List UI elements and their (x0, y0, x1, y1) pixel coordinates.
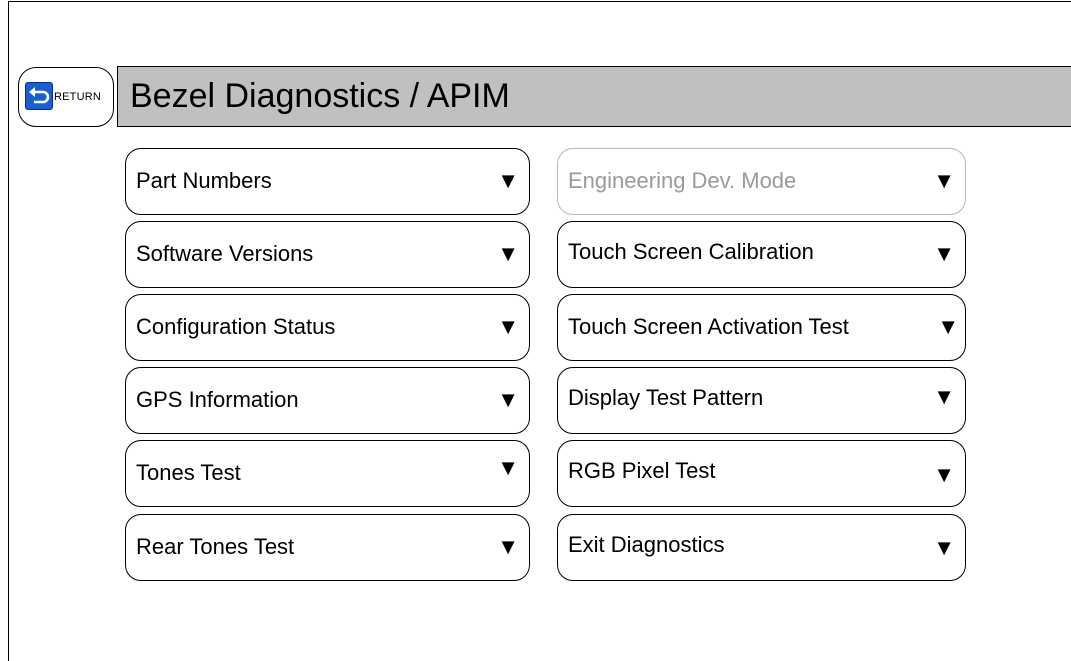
dropdown-arrow-icon: ▼ (933, 462, 955, 487)
dropdown-arrow-icon: ▼ (497, 387, 519, 412)
display-test-pattern-button[interactable]: Display Test Pattern ▼ (557, 367, 966, 434)
menu-label: RGB Pixel Test (568, 458, 716, 483)
header-bar: Bezel Diagnostics / APIM (117, 66, 1071, 127)
dropdown-arrow-icon: ▼ (497, 534, 519, 559)
menu-label: Engineering Dev. Mode (568, 168, 797, 193)
dropdown-arrow-icon: ▼ (933, 384, 955, 409)
menu-label: GPS Information (136, 387, 299, 412)
dropdown-arrow-icon: ▼ (933, 535, 955, 560)
tones-test-button[interactable]: Tones Test ▼ (125, 440, 530, 507)
menu-label: Part Numbers (136, 168, 272, 193)
dropdown-arrow-icon: ▼ (937, 314, 959, 339)
return-button[interactable]: RETURN (18, 67, 114, 127)
return-label: RETURN (54, 91, 102, 103)
dropdown-arrow-icon: ▼ (497, 241, 519, 266)
dropdown-arrow-icon: ▼ (497, 455, 519, 480)
exit-diagnostics-button[interactable]: Exit Diagnostics ▼ (557, 514, 966, 581)
menu-label: Touch Screen Activation Test (568, 314, 849, 339)
gps-information-button[interactable]: GPS Information ▼ (125, 367, 530, 434)
part-numbers-button[interactable]: Part Numbers ▼ (125, 148, 530, 215)
page-title: Bezel Diagnostics / APIM (130, 77, 510, 115)
dropdown-arrow-icon: ▼ (933, 168, 955, 193)
dropdown-arrow-icon: ▼ (497, 314, 519, 339)
configuration-status-button[interactable]: Configuration Status ▼ (125, 294, 530, 361)
return-arrow-icon (25, 82, 53, 110)
menu-label: Software Versions (136, 241, 314, 266)
rear-tones-test-button[interactable]: Rear Tones Test ▼ (125, 514, 530, 581)
dropdown-arrow-icon: ▼ (497, 168, 519, 193)
menu-label: Rear Tones Test (136, 534, 295, 559)
engineering-dev-mode-button[interactable]: Engineering Dev. Mode ▼ (557, 148, 966, 215)
menu-label: Touch Screen Calibration (568, 239, 814, 264)
menu-label: Configuration Status (136, 314, 336, 339)
rgb-pixel-test-button[interactable]: RGB Pixel Test ▼ (557, 440, 966, 507)
touch-screen-calibration-button[interactable]: Touch Screen Calibration ▼ (557, 221, 966, 288)
dropdown-arrow-icon: ▼ (933, 241, 955, 266)
menu-label: Tones Test (136, 460, 241, 485)
menu-label: Exit Diagnostics (568, 532, 725, 557)
menu-label: Display Test Pattern (568, 385, 764, 410)
software-versions-button[interactable]: Software Versions ▼ (125, 221, 530, 288)
touch-screen-activation-test-button[interactable]: Touch Screen Activation Test ▼ (557, 294, 966, 361)
